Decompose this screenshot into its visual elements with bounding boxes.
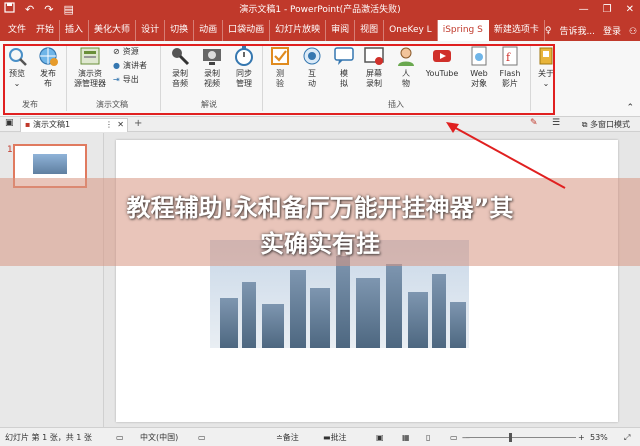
banner-line-1: 教程辅助!永和备厅万能开挂神器”其 bbox=[126, 194, 514, 222]
tab-beautify-master[interactable]: 美化大师 bbox=[89, 20, 137, 41]
tabs-right-area: ♀ 告诉我... 登录 ⚇ 共享 bbox=[544, 24, 640, 38]
close-icon[interactable]: ✕ bbox=[117, 119, 124, 131]
tab-view[interactable]: 视图 bbox=[355, 20, 385, 41]
tab-onekey[interactable]: OneKey L bbox=[384, 20, 438, 41]
sidebar-toggle-icon[interactable]: ▣ bbox=[5, 118, 14, 128]
multi-window-label: 多窗口模式 bbox=[590, 120, 630, 129]
comments-label: 批注 bbox=[330, 433, 347, 442]
window-title: 演示文稿1 - PowerPoint(产品激活失败) bbox=[239, 5, 401, 15]
notes-button[interactable]: ≐ 备注 bbox=[276, 428, 299, 446]
window-icon: ⧉ bbox=[581, 120, 588, 129]
spellcheck-icon[interactable]: ▭ bbox=[116, 428, 124, 446]
new-tab-plus-icon[interactable]: + bbox=[134, 117, 142, 131]
tell-me-box[interactable]: 告诉我... bbox=[559, 24, 595, 37]
tab-home[interactable]: 开始 bbox=[31, 20, 61, 41]
restore-button[interactable]: ❐ bbox=[603, 0, 612, 20]
multi-window-button[interactable]: ⧉ 多窗口模式 bbox=[582, 117, 630, 132]
comments-button[interactable]: ▬ 批注 bbox=[323, 428, 347, 446]
document-icon: ▪ bbox=[25, 120, 31, 129]
fit-slide-icon[interactable]: ⤢ bbox=[624, 428, 630, 446]
tab-slideshow[interactable]: 幻灯片放映 bbox=[270, 20, 327, 41]
options-icon[interactable]: ☰ bbox=[552, 118, 560, 128]
zoom-slider-handle[interactable] bbox=[509, 433, 512, 442]
pin-icon[interactable]: ✎ bbox=[530, 118, 538, 128]
tab-insert[interactable]: 插入 bbox=[60, 20, 90, 41]
person-icon: ⚇ bbox=[629, 27, 638, 37]
status-bar: 幻灯片 第 1 张，共 1 张 ▭ 中文(中国) ▭ ≐ 备注 ▬ 批注 ▣ ▦… bbox=[0, 427, 640, 446]
watermark-banner: 教程辅助!永和备厅万能开挂神器”其 实确实有挂 bbox=[0, 178, 640, 266]
tab-ispring[interactable]: iSpring S bbox=[437, 20, 489, 41]
tab-review[interactable]: 审阅 bbox=[326, 20, 356, 41]
ribbon-tabs: 文件 开始 插入 美化大师 设计 切换 动画 口袋动画 幻灯片放映 审阅 视图 … bbox=[0, 20, 640, 41]
normal-view-icon[interactable]: ▣ bbox=[376, 428, 384, 446]
window-controls: — ❐ ✕ bbox=[579, 0, 634, 20]
slide-count: 幻灯片 第 1 张，共 1 张 bbox=[5, 433, 92, 442]
tab-design[interactable]: 设计 bbox=[136, 20, 166, 41]
accessibility-icon[interactable]: ▭ bbox=[198, 428, 206, 446]
tab-animations[interactable]: 动画 bbox=[194, 20, 224, 41]
tab-new-tab[interactable]: 新建选项卡 bbox=[489, 20, 545, 41]
share-button[interactable]: ⚇ 共享 bbox=[629, 24, 640, 37]
zoom-in-button[interactable]: + bbox=[578, 428, 585, 446]
slide-sorter-icon[interactable]: ▦ bbox=[402, 428, 410, 446]
minimize-button[interactable]: — bbox=[579, 0, 589, 20]
title-bar: ↶ ↷ ▤ 演示文稿1 - PowerPoint(产品激活失败) — ❐ ✕ bbox=[0, 0, 640, 20]
login-link[interactable]: 登录 bbox=[603, 24, 621, 37]
slide-number: 1 bbox=[7, 145, 13, 155]
highlight-box bbox=[3, 44, 555, 115]
more-icon[interactable]: ⋮ bbox=[105, 119, 113, 131]
lightbulb-icon: ♀ bbox=[544, 25, 552, 36]
zoom-level[interactable]: 53% bbox=[590, 428, 608, 446]
document-tab-row: ▣ ▪ 演示文稿1 ⋮ ✕ + ✎ ☰ ⧉ 多窗口模式 bbox=[0, 117, 640, 132]
tab-pocket-animation[interactable]: 口袋动画 bbox=[223, 20, 271, 41]
slideshow-icon[interactable]: ▭ bbox=[450, 428, 458, 446]
document-tab-label: 演示文稿1 bbox=[32, 120, 71, 129]
thumbnail-image bbox=[33, 154, 67, 174]
document-tab[interactable]: ▪ 演示文稿1 ⋮ ✕ bbox=[20, 118, 128, 132]
collapse-ribbon-icon[interactable]: ⌃ bbox=[626, 103, 634, 113]
tab-file[interactable]: 文件 bbox=[0, 20, 31, 41]
zoom-slider[interactable] bbox=[466, 437, 576, 438]
language-indicator[interactable]: 中文(中国) bbox=[140, 428, 178, 446]
reading-view-icon[interactable]: ▯ bbox=[426, 428, 430, 446]
tab-transitions[interactable]: 切换 bbox=[165, 20, 195, 41]
notes-label: 备注 bbox=[282, 433, 299, 442]
banner-line-2: 实确实有挂 bbox=[260, 230, 380, 258]
close-button[interactable]: ✕ bbox=[626, 0, 634, 20]
